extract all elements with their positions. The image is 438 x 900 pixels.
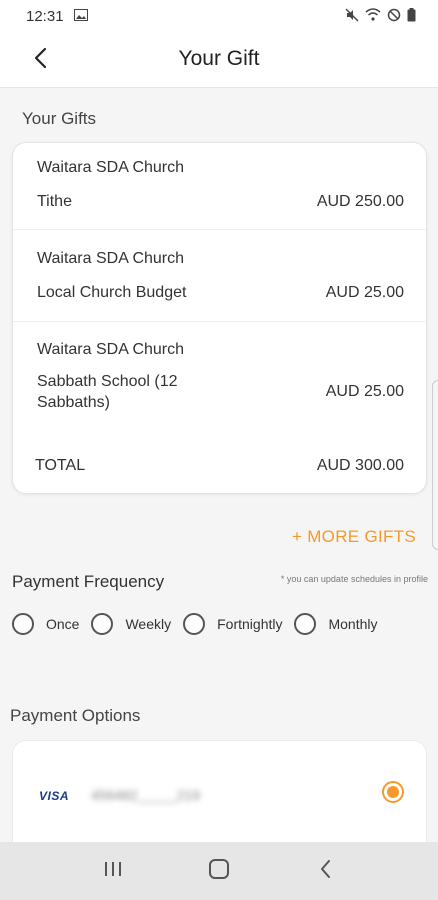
wifi-icon (365, 8, 381, 24)
visa-icon: VISA (39, 789, 70, 803)
payment-radio-selected[interactable] (382, 781, 404, 803)
back-arrow-icon (319, 859, 331, 884)
system-nav-bar (0, 842, 438, 900)
gift-item: Waitara SDA Church Tithe AUD 250.00 (37, 159, 404, 212)
gift-divider (13, 321, 426, 322)
gifts-card: Waitara SDA Church Tithe AUD 250.00 Wait… (12, 142, 427, 494)
total-label: TOTAL (35, 457, 86, 474)
gifts-section-label: Your Gifts (22, 109, 97, 128)
radio-button[interactable] (183, 613, 206, 635)
do-not-disturb-icon (387, 8, 401, 25)
radio-button[interactable] (12, 613, 34, 635)
payment-options-label: Payment Options (10, 706, 141, 725)
scroll-thumb[interactable] (432, 380, 438, 550)
gift-divider (13, 229, 426, 230)
frequency-option-fortnightly[interactable]: Fortnightly (183, 613, 282, 635)
radio-button[interactable] (294, 613, 317, 635)
gift-church: Waitara SDA Church (37, 341, 185, 358)
card-number: 456482_____219 (91, 787, 201, 803)
status-bar: 12:31 (0, 0, 438, 32)
page-title: Your Gift (178, 47, 260, 70)
gift-amount: AUD 250.00 (316, 192, 404, 210)
gift-fund: Local Church Budget (37, 284, 187, 301)
home-icon (208, 858, 230, 885)
frequency-option-label: Weekly (125, 616, 172, 632)
gift-fund: Tithe (37, 193, 72, 210)
gift-item: Waitara SDA Church Local Church Budget A… (37, 250, 404, 303)
frequency-option-label: Monthly (328, 616, 378, 632)
total-row: TOTAL AUD 300.00 (35, 457, 404, 475)
frequency-option-once[interactable]: Once (12, 613, 79, 635)
mute-icon (345, 8, 359, 25)
gift-item: Waitara SDA Church Sabbath School (12 Sa… (37, 341, 404, 413)
radio-dot (387, 786, 399, 798)
recent-apps-button[interactable] (93, 851, 133, 891)
frequency-label: Payment Frequency (12, 572, 165, 591)
frequency-option-monthly[interactable]: Monthly (294, 613, 378, 635)
gift-amount: AUD 25.00 (325, 383, 404, 400)
home-button[interactable] (199, 851, 239, 891)
radio-button[interactable] (91, 613, 114, 635)
gift-amount: AUD 25.00 (325, 283, 404, 301)
gift-church: Waitara SDA Church (37, 159, 185, 176)
frequency-options: Once Weekly Fortnightly Monthly (12, 613, 390, 635)
gift-church: Waitara SDA Church (37, 250, 185, 267)
total-amount: AUD 300.00 (316, 457, 404, 474)
gallery-icon (73, 8, 88, 25)
gift-fund: Sabbath School (12 Sabbaths) (37, 373, 178, 411)
system-back-button[interactable] (305, 851, 345, 891)
status-time: 12:31 (26, 7, 64, 25)
battery-icon (407, 7, 416, 25)
app-header: Your Gift (0, 32, 438, 88)
frequency-option-label: Fortnightly (217, 616, 283, 632)
frequency-option-weekly[interactable]: Weekly (91, 613, 171, 635)
more-gifts-button[interactable]: + MORE GIFTS (292, 527, 416, 547)
frequency-note: * you can update schedules in profile (280, 574, 428, 584)
frequency-option-label: Once (46, 616, 80, 632)
recent-apps-icon (103, 860, 123, 883)
